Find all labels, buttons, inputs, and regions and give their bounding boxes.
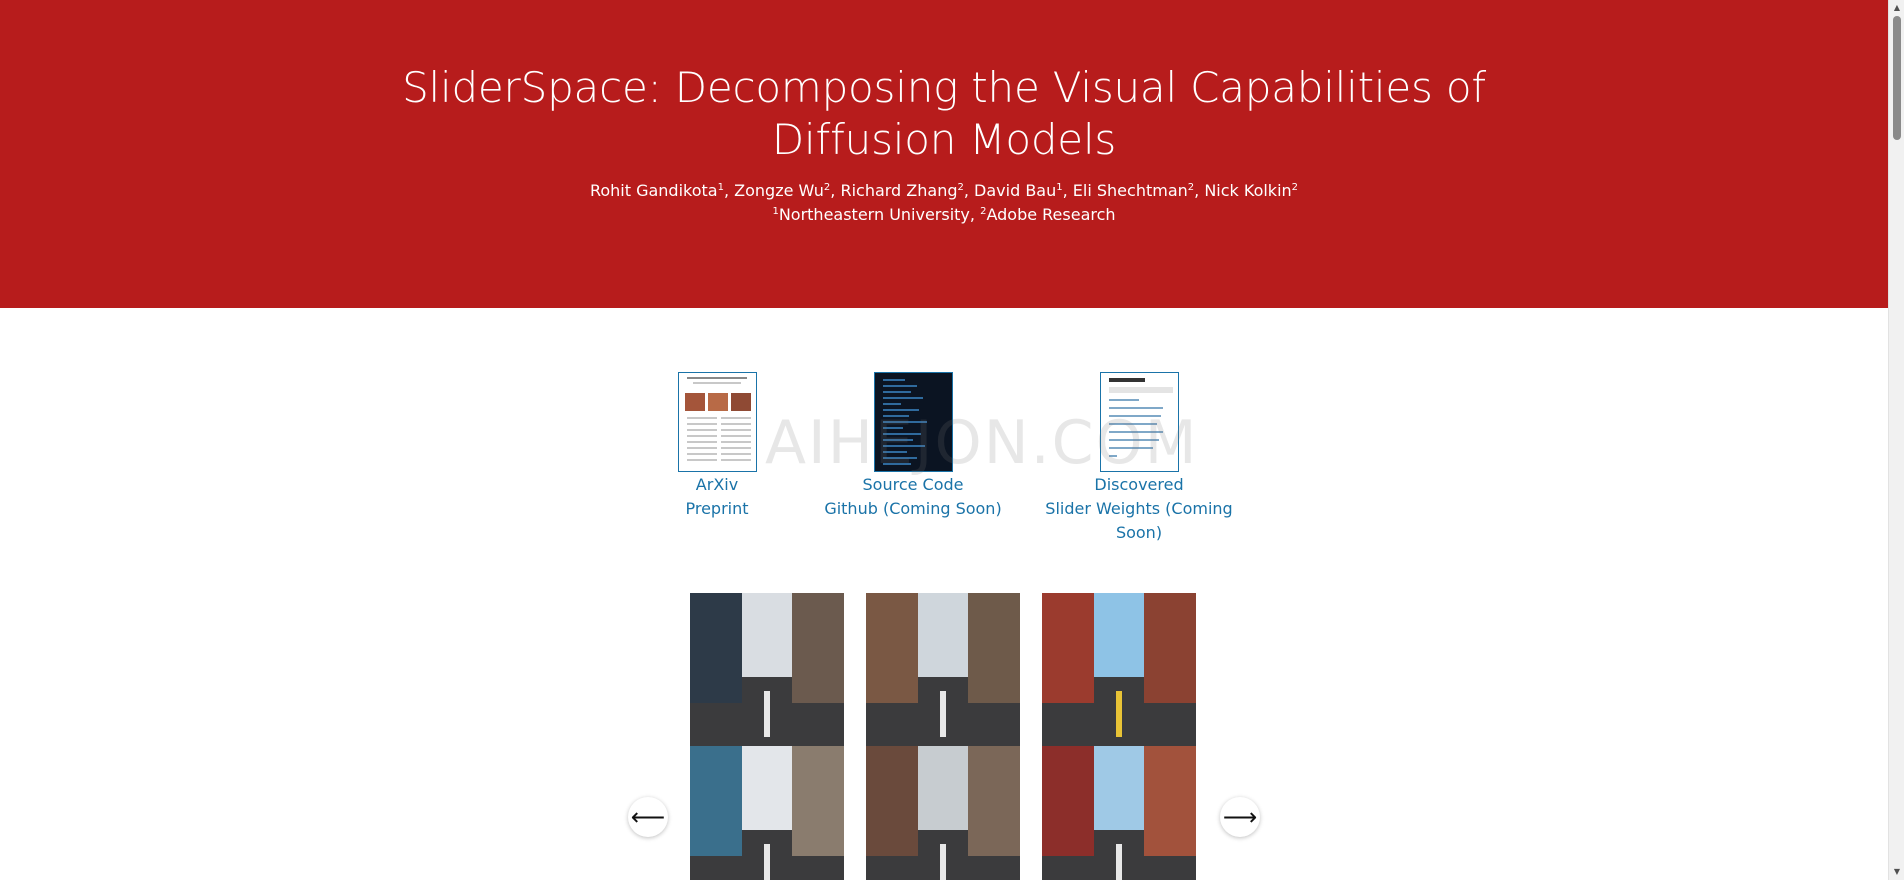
street-image-2[interactable]	[866, 593, 1020, 746]
author-affiliation-mark: 2	[1291, 182, 1299, 193]
carousel-prev-arrow-icon[interactable]: ⟵	[628, 797, 668, 837]
index-thumbnail-icon[interactable]	[1099, 372, 1179, 472]
street-image-3[interactable]	[1042, 593, 1196, 746]
author-name: Rohit Gandikota	[589, 181, 718, 200]
source-code-link[interactable]: Source Code Github (Coming Soon)	[820, 372, 1006, 521]
scrollbar-thumb[interactable]	[1893, 16, 1901, 140]
author-list: Rohit Gandikota1, Zongze Wu2, Richard Zh…	[589, 181, 1299, 200]
author-name: Richard Zhang	[840, 181, 958, 200]
slider-weights-link[interactable]: Discovered Slider Weights (Coming Soon)	[1026, 372, 1252, 545]
carousel-column	[690, 593, 844, 880]
carousel-column	[1042, 593, 1196, 880]
arxiv-link-sublabel[interactable]: Preprint	[677, 497, 757, 521]
author-affiliation-mark: 1	[717, 182, 724, 193]
author-affiliation-mark: 2	[957, 182, 964, 193]
page-header: SliderSpace: Decomposing the Visual Capa…	[0, 0, 1888, 308]
carousel-next-arrow-icon[interactable]: ⟶	[1220, 797, 1260, 837]
arxiv-link[interactable]: ArXiv Preprint	[677, 372, 757, 521]
author-affiliation-mark: 2	[823, 182, 831, 193]
scroll-up-icon[interactable]: ▲	[1892, 3, 1902, 13]
author-affiliation-mark: 2	[1187, 182, 1195, 193]
street-image-5[interactable]	[866, 746, 1020, 880]
affiliation-list: 1Northeastern University, 2Adobe Researc…	[772, 205, 1116, 224]
vertical-scrollbar[interactable]: ▲ ▼	[1888, 0, 1904, 880]
slider-weights-link-sublabel[interactable]: Slider Weights (Coming Soon)	[1026, 497, 1252, 545]
arxiv-link-label[interactable]: ArXiv	[677, 473, 757, 497]
affiliation-name: Northeastern University	[778, 205, 970, 224]
project-page: SliderSpace: Decomposing the Visual Capa…	[0, 0, 1888, 880]
author-name: Eli Shechtman	[1072, 181, 1188, 200]
author-name: Nick Kolkin	[1204, 181, 1292, 200]
street-image-6[interactable]	[1042, 746, 1196, 880]
code-thumbnail-icon[interactable]	[873, 372, 953, 472]
author-name: Zongze Wu	[734, 181, 824, 200]
street-image-1[interactable]	[690, 593, 844, 746]
scroll-down-icon[interactable]: ▼	[1892, 867, 1902, 877]
author-affiliation-mark: 1	[1056, 182, 1063, 193]
page-title: SliderSpace: Decomposing the Visual Capa…	[402, 63, 1486, 164]
affiliation-name: Adobe Research	[986, 205, 1116, 224]
author-name: David Bau	[974, 181, 1057, 200]
slider-weights-link-label[interactable]: Discovered	[1026, 473, 1252, 497]
street-image-4[interactable]	[690, 746, 844, 880]
source-code-link-sublabel[interactable]: Github (Coming Soon)	[820, 497, 1006, 521]
paper-thumbnail-icon[interactable]	[677, 372, 757, 472]
source-code-link-label[interactable]: Source Code	[820, 473, 1006, 497]
carousel-column	[866, 593, 1020, 880]
